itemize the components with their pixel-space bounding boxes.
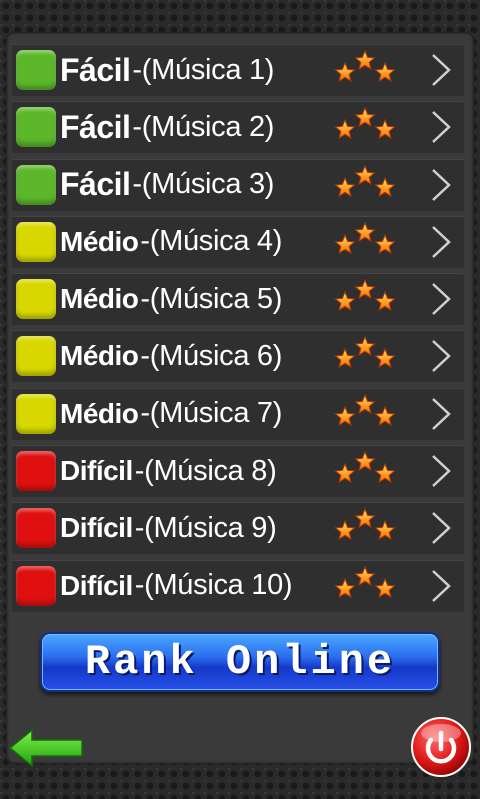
three-stars-icon (334, 508, 396, 541)
difficulty-label: Fácil (60, 51, 131, 88)
level-list: Fácil -(Música 1) Fácil -(Música 2) Fáci… (12, 44, 464, 617)
chevron-right-icon (432, 283, 451, 316)
song-label: -(Música 1) (132, 53, 275, 86)
level-row-9[interactable]: Difícil -(Música 9) (12, 502, 464, 555)
three-stars-icon (334, 164, 396, 197)
difficulty-square-icon (16, 565, 56, 606)
chevron-right-icon (432, 225, 451, 258)
song-label: -(Música 6) (140, 339, 283, 372)
difficulty-square-icon (16, 508, 56, 549)
song-label: -(Música 9) (134, 511, 277, 544)
difficulty-square-icon (16, 221, 56, 262)
difficulty-label: Fácil (60, 108, 131, 145)
three-stars-icon (334, 279, 396, 312)
three-stars-icon (334, 336, 396, 369)
three-stars-icon (334, 107, 396, 140)
back-arrow-icon[interactable] (8, 726, 86, 770)
difficulty-square-icon (16, 107, 56, 148)
song-label: -(Música 10) (134, 569, 293, 602)
difficulty-square-icon (16, 164, 56, 205)
three-stars-icon (334, 221, 396, 254)
song-label: -(Música 2) (132, 110, 275, 143)
rank-online-label: Rank Online (84, 638, 396, 686)
difficulty-square-icon (16, 393, 56, 434)
level-row-8[interactable]: Difícil -(Música 8) (12, 445, 464, 498)
song-label: -(Música 5) (140, 282, 283, 315)
chevron-right-icon (432, 168, 451, 201)
song-label: -(Música 3) (132, 168, 275, 201)
three-stars-icon (334, 451, 396, 484)
song-label: -(Música 8) (134, 454, 277, 487)
three-stars-icon (334, 50, 396, 83)
chevron-right-icon (432, 111, 451, 144)
difficulty-square-icon (16, 279, 56, 320)
chevron-right-icon (432, 54, 451, 86)
rank-online-button[interactable]: Rank Online (40, 632, 440, 692)
chevron-right-icon (432, 397, 451, 430)
difficulty-label: Difícil (60, 512, 133, 544)
song-label: -(Música 4) (140, 225, 283, 258)
level-row-1[interactable]: Fácil -(Música 1) (12, 44, 464, 96)
difficulty-label: Médio (60, 283, 139, 315)
level-row-7[interactable]: Médio -(Música 7) (12, 387, 464, 440)
difficulty-label: Fácil (60, 166, 131, 203)
difficulty-label: Difícil (60, 455, 133, 487)
difficulty-square-icon (16, 336, 56, 377)
song-label: -(Música 7) (140, 397, 283, 430)
difficulty-label: Difícil (60, 569, 133, 601)
chevron-right-icon (432, 455, 451, 487)
difficulty-label: Médio (60, 340, 139, 372)
chevron-right-icon (432, 569, 451, 602)
level-row-6[interactable]: Médio -(Música 6) (12, 330, 464, 383)
level-row-3[interactable]: Fácil -(Música 3) (12, 158, 464, 211)
three-stars-icon (334, 393, 396, 426)
three-stars-icon (334, 565, 396, 598)
difficulty-square-icon (16, 451, 56, 492)
difficulty-label: Médio (60, 397, 139, 429)
chevron-right-icon (432, 512, 451, 545)
chevron-right-icon (432, 340, 451, 373)
level-row-2[interactable]: Fácil -(Música 2) (12, 101, 464, 154)
level-row-4[interactable]: Médio -(Música 4) (12, 215, 464, 268)
difficulty-square-icon (16, 50, 56, 90)
level-row-10[interactable]: Difícil -(Música 10) (12, 559, 464, 612)
power-button[interactable] (410, 716, 472, 778)
level-row-5[interactable]: Médio -(Música 5) (12, 273, 464, 326)
difficulty-label: Médio (60, 225, 139, 257)
